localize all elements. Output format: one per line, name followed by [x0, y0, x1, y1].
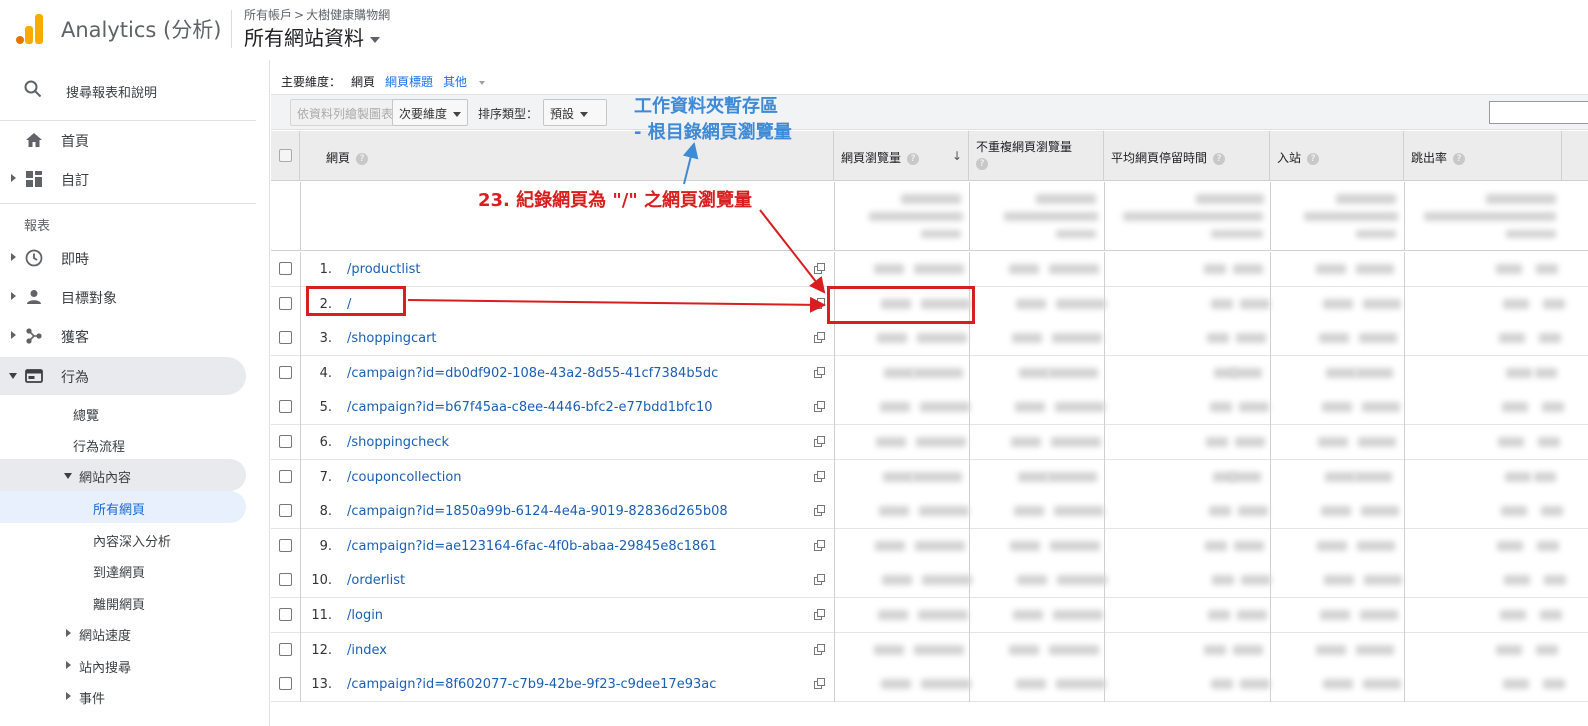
arrow-note-to-value: [759, 209, 826, 294]
arrow-blue-note: [682, 142, 699, 185]
arrow-row-to-value: [407, 296, 826, 313]
annotation-arrows: [407, 142, 826, 313]
